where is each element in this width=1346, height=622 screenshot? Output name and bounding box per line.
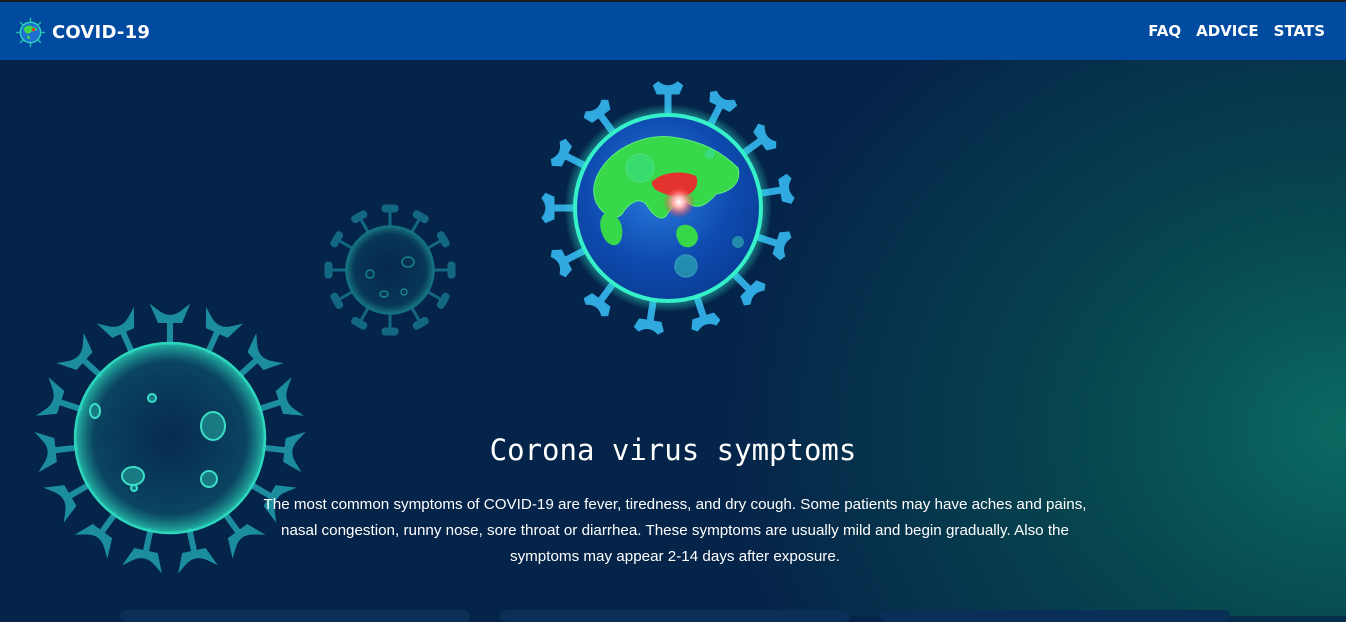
nav-link-advice[interactable]: ADVICE — [1196, 22, 1259, 40]
navbar: COVID-19 FAQ ADVICE STATS — [0, 2, 1346, 60]
nav-link-faq[interactable]: FAQ — [1148, 22, 1181, 40]
brand-title: COVID-19 — [52, 21, 151, 43]
brand-link[interactable]: COVID-19 — [15, 16, 150, 48]
info-card — [880, 610, 1230, 622]
nav-links: FAQ ADVICE STATS — [1148, 22, 1325, 40]
nav-link-stats[interactable]: STATS — [1274, 22, 1325, 40]
virus-small-icon — [324, 204, 456, 336]
virus-globe-icon — [15, 17, 46, 47]
info-card — [500, 610, 850, 622]
info-card — [120, 610, 470, 622]
hero-title: Corona virus symptoms — [489, 433, 857, 467]
hero-description: The most common symptoms of COVID-19 are… — [263, 496, 1087, 565]
globe-virus-icon — [541, 81, 795, 335]
